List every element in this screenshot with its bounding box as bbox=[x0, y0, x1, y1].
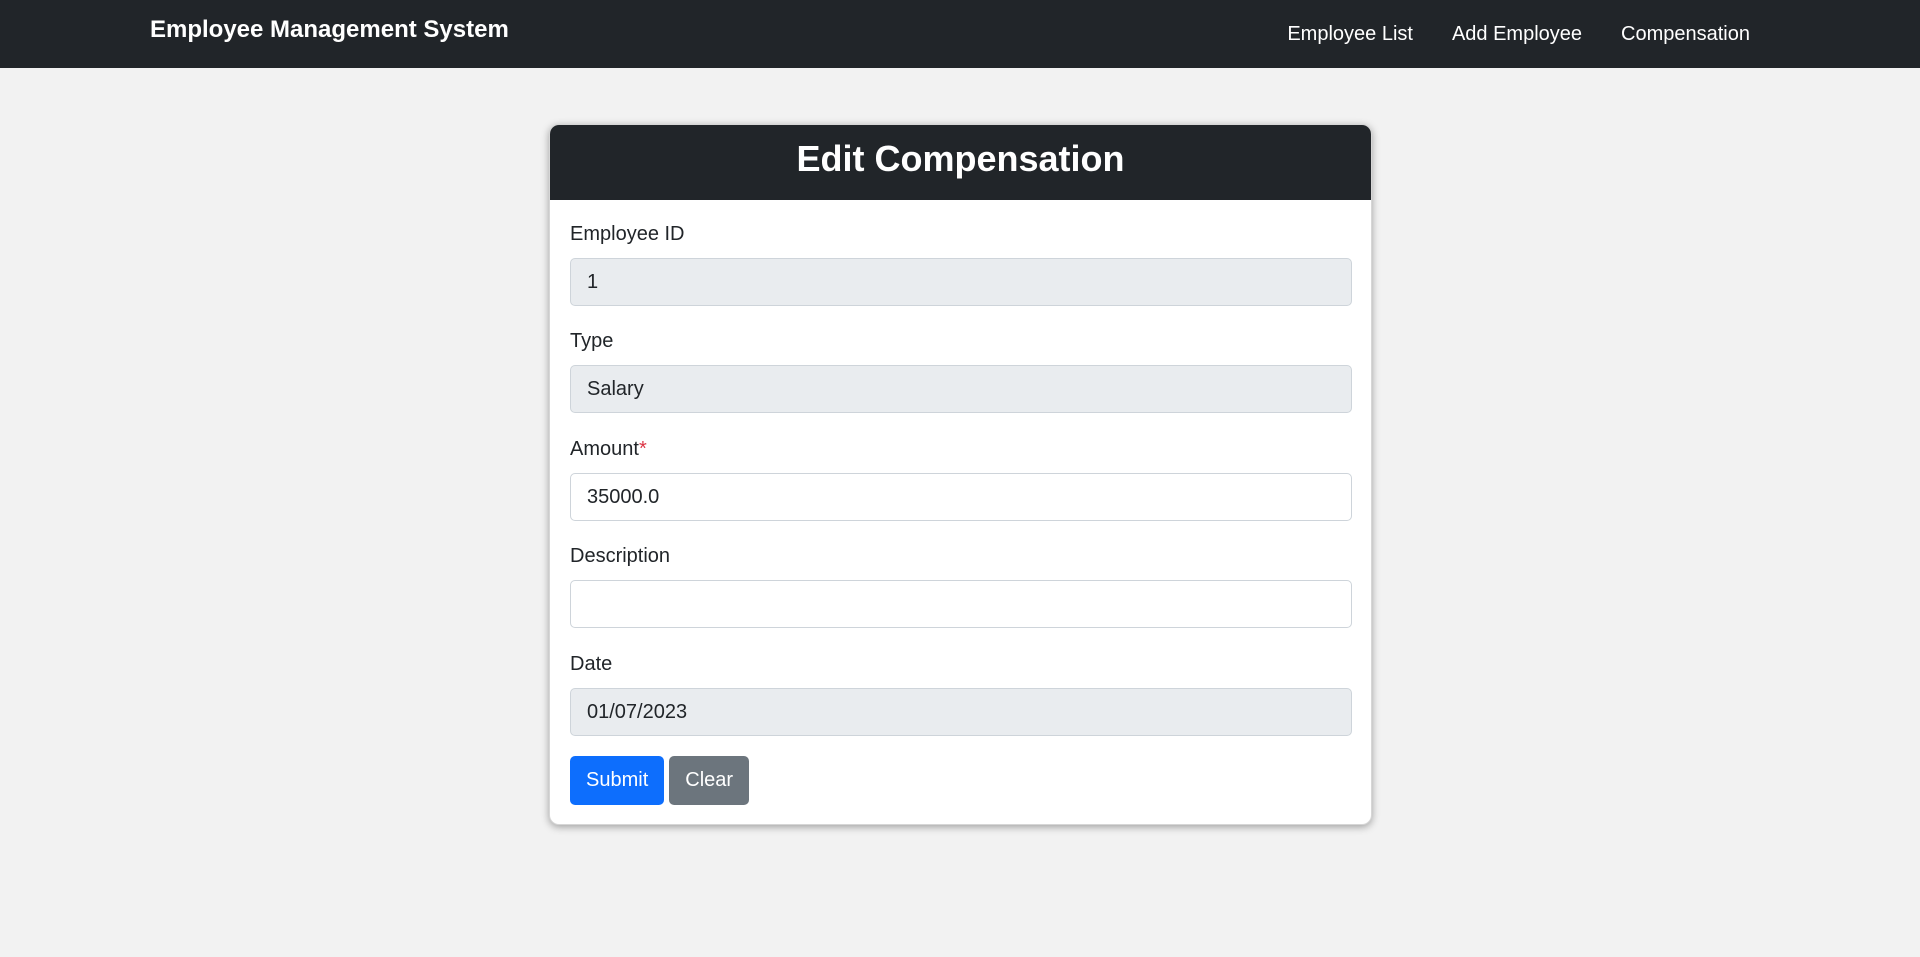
required-marker: * bbox=[638, 438, 647, 460]
date-field[interactable] bbox=[570, 688, 1352, 736]
amount-field[interactable] bbox=[570, 473, 1352, 521]
employee-id-group: Employee ID bbox=[570, 222, 1352, 306]
amount-label-wrap: Amount* bbox=[570, 437, 1352, 461]
type-label: Type bbox=[570, 330, 614, 352]
employee-id-label: Employee ID bbox=[570, 223, 685, 245]
date-label: Date bbox=[570, 653, 613, 675]
clear-button[interactable]: Clear bbox=[669, 756, 750, 805]
brand-link[interactable]: Employee Management System bbox=[150, 14, 509, 46]
submit-button[interactable]: Submit bbox=[570, 756, 665, 805]
description-group: Description bbox=[570, 544, 1352, 628]
edit-compensation-card: Edit Compensation Employee ID Type Amoun… bbox=[549, 124, 1372, 825]
nav-link-employee-list[interactable]: Employee List bbox=[1287, 20, 1413, 48]
card-title: Edit Compensation bbox=[550, 125, 1371, 200]
navbar: Employee Management System Employee List… bbox=[0, 0, 1920, 68]
nav-link-add-employee[interactable]: Add Employee bbox=[1452, 20, 1582, 48]
type-field[interactable] bbox=[570, 365, 1352, 413]
date-group: Date bbox=[570, 652, 1352, 736]
nav-links: Employee List Add Employee Compensation bbox=[1287, 20, 1750, 48]
amount-label: Amount bbox=[570, 438, 639, 460]
form-actions: Submit Clear bbox=[570, 756, 750, 805]
employee-id-field[interactable] bbox=[570, 258, 1352, 306]
amount-group: Amount* bbox=[570, 437, 1352, 521]
description-label: Description bbox=[570, 545, 671, 567]
description-field[interactable] bbox=[570, 580, 1352, 628]
nav-link-compensation[interactable]: Compensation bbox=[1621, 20, 1750, 48]
type-group: Type bbox=[570, 329, 1352, 413]
